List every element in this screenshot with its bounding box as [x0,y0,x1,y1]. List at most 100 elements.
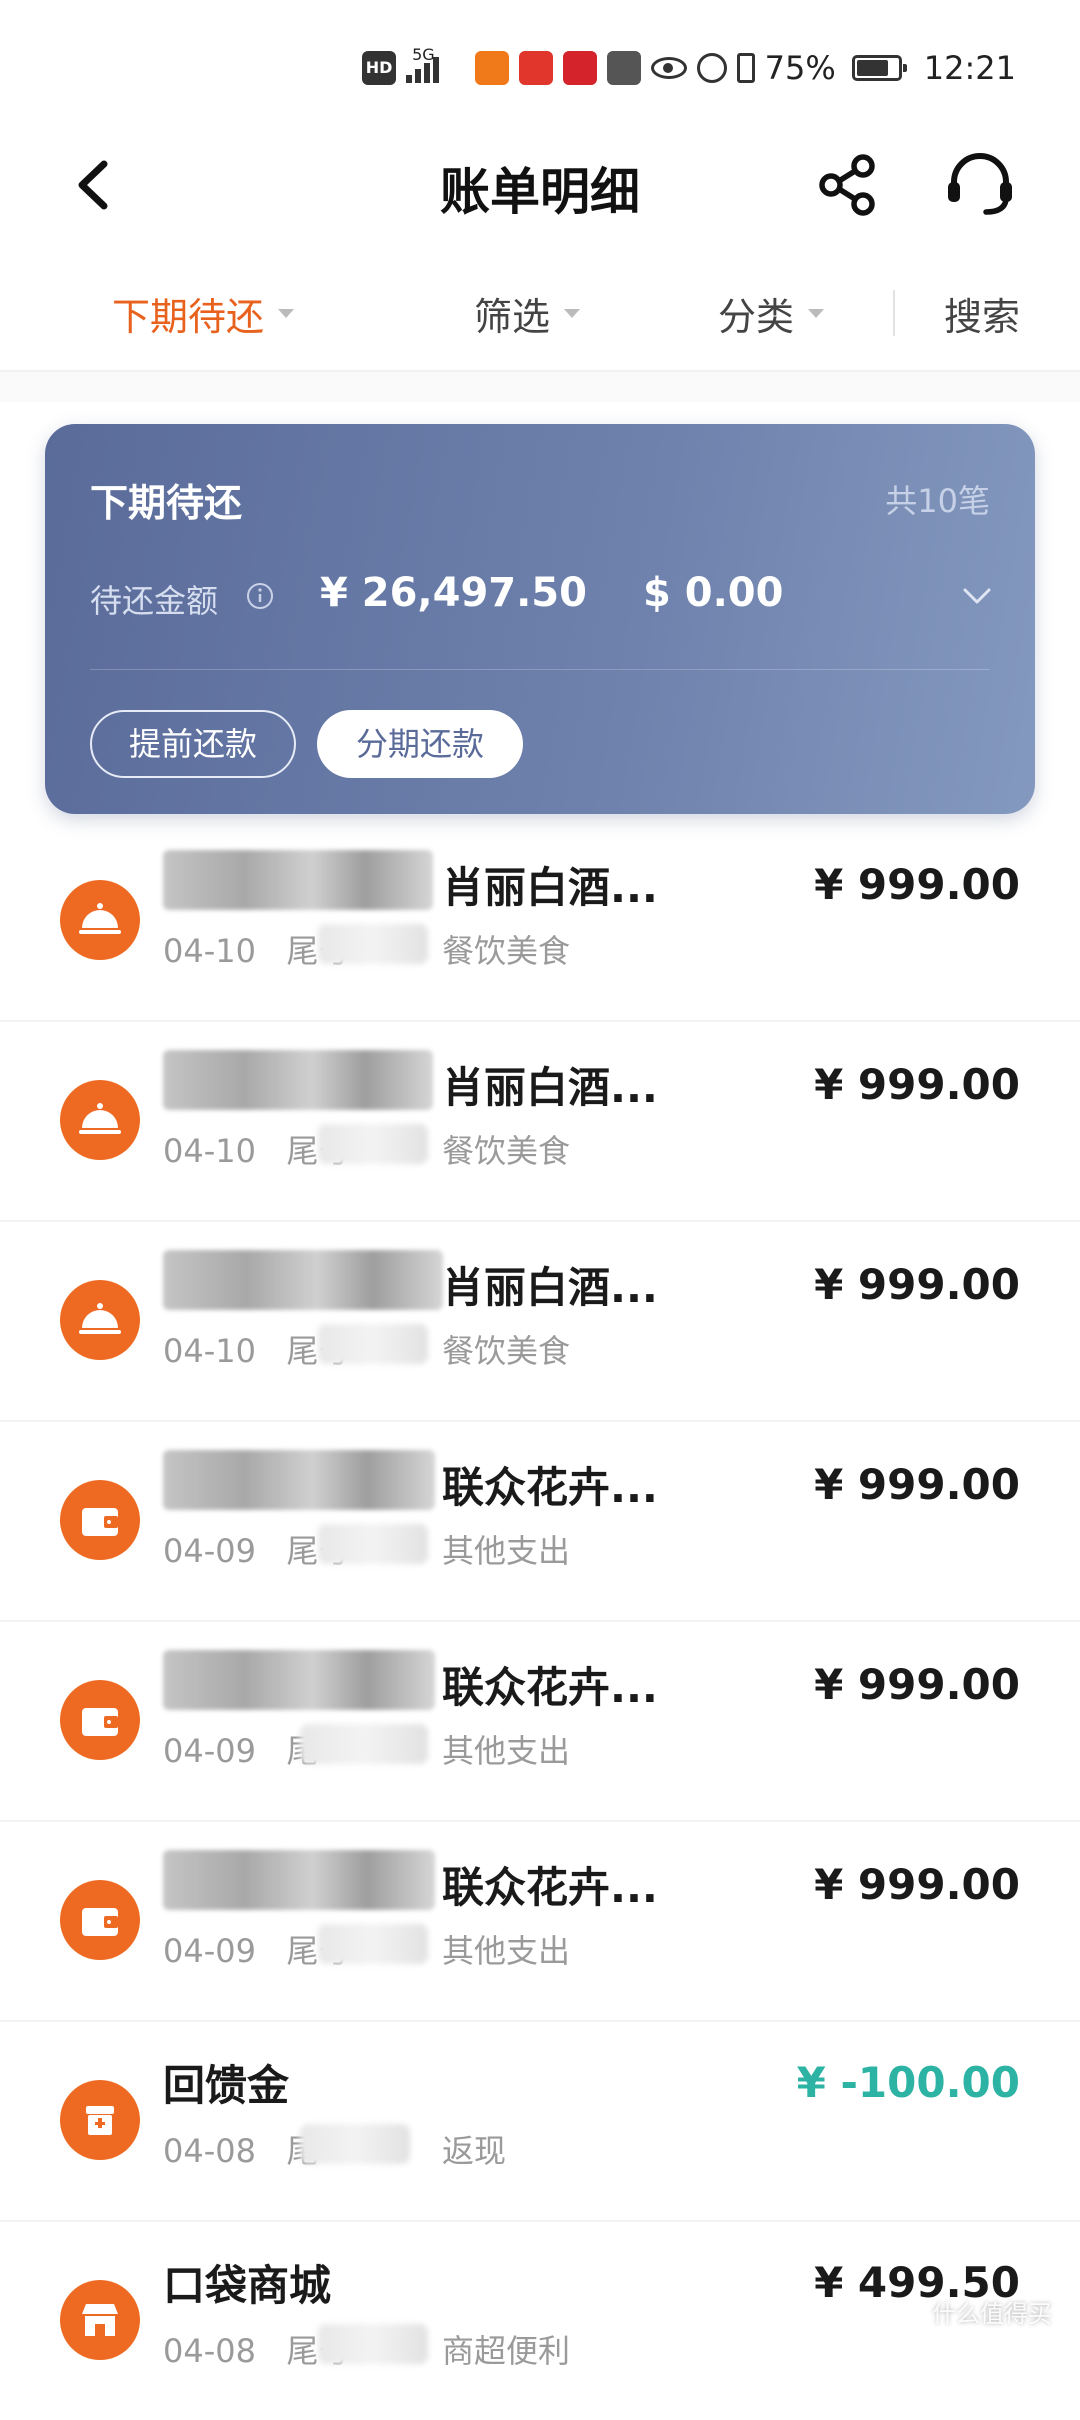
eye-icon [650,57,687,79]
watermark: 什么值得买 [932,2300,1052,2328]
redacted-card-number [318,1324,428,1364]
transaction-category: 其他支出 [442,1732,571,1770]
share-icon [819,154,875,216]
redacted-merchant [163,1250,443,1310]
redacted-card-number [318,2324,428,2364]
wallet-icon [60,1480,140,1560]
transaction-category: 餐饮美食 [442,1132,571,1170]
dining-icon [60,1280,140,1360]
period-filter-dropdown[interactable]: 下期待还 [112,286,295,341]
info-icon[interactable] [245,581,275,611]
merchant-name: 回馈金 [163,2061,290,2110]
transaction-row[interactable]: 联众花卉... 04-09 尾号 其他支出 ¥ 999.00 [0,1820,1080,2022]
alarm-icon [696,53,727,83]
transaction-date: 04-10 [163,932,256,970]
transaction-row[interactable]: 联众花卉... 04-09 尾号 其他支出 ¥ 999.00 [0,1420,1080,1622]
prepay-button[interactable]: 提前还款 [90,710,296,778]
amount-label: 待还金额 [90,582,219,620]
caret-down-icon [808,309,825,318]
share-button[interactable] [815,150,885,220]
search-button[interactable]: 搜索 [944,286,1020,341]
transaction-date: 04-08 [163,2132,256,2170]
transaction-category: 商超便利 [442,2332,571,2370]
wallet-icon [60,1880,140,1960]
merchant-name: 口袋商城 [163,2261,332,2310]
filter-dropdown[interactable]: 筛选 [474,286,581,341]
category-label: 分类 [718,295,795,339]
app-notification-icon [562,51,597,85]
merchant-name: 肖丽白酒... [442,1263,658,1312]
transaction-category: 餐饮美食 [442,1332,571,1370]
store-icon [60,2280,140,2360]
transaction-amount: ¥ 999.00 [814,1860,1020,1909]
app-header: 账单明细 [0,130,1080,240]
redacted-merchant [163,1050,433,1110]
transaction-category: 餐饮美食 [442,932,571,970]
transaction-category: 其他支出 [442,1532,571,1570]
transaction-amount: ¥ 999.00 [814,860,1020,909]
redacted-merchant [163,1650,435,1710]
amount-cny: ¥ 26,497.50 [320,570,587,616]
redacted-card-number [300,2124,410,2164]
filter-bar: 下期待还 筛选 分类 搜索 [0,260,1080,372]
clock-time: 12:21 [923,49,1016,87]
transaction-row[interactable]: 联众花卉... 04-09 尾 其他支出 ¥ 999.00 [0,1620,1080,1822]
redacted-merchant [163,850,433,910]
category-dropdown[interactable]: 分类 [718,286,825,341]
gift-box-icon [60,2080,140,2160]
chevron-down-icon[interactable] [959,584,995,608]
bill-count: 共10笔 [885,482,990,520]
merchant-name: 肖丽白酒... [442,1063,658,1112]
transaction-amount: ¥ 999.00 [814,1660,1020,1709]
divider [90,669,990,670]
transaction-meta: 04-09 尾 [163,1726,319,1772]
card-title: 下期待还 [90,481,243,525]
transaction-date: 04-09 [163,1732,256,1770]
merchant-name: 联众花卉... [442,1863,658,1912]
transaction-row[interactable]: 口袋商城 04-08 尾号 商超便利 ¥ 499.50 [0,2220,1080,2420]
period-filter-label: 下期待还 [112,295,265,339]
caret-down-icon [278,309,295,318]
redacted-card-number [318,1924,428,1964]
redacted-merchant [163,1450,435,1510]
dining-icon [60,880,140,960]
wallet-icon [60,1680,140,1760]
transaction-row[interactable]: 肖丽白酒... 04-10 尾号 餐饮美食 ¥ 999.00 [0,1020,1080,1222]
app-notification-icon [474,51,509,85]
transaction-category: 其他支出 [442,1932,571,1970]
transaction-date: 04-08 [163,2332,256,2370]
installment-button[interactable]: 分期还款 [317,710,523,778]
transaction-amount: ¥ 999.00 [814,1060,1020,1109]
battery-percent: 75% [764,49,836,87]
transaction-amount: ¥ 999.00 [814,1460,1020,1509]
transaction-date: 04-10 [163,1332,256,1370]
merchant-name: 联众花卉... [442,1463,658,1512]
page-title: 账单明细 [440,163,640,221]
divider [893,290,895,336]
amount-usd: $ 0.00 [643,570,784,616]
transaction-category: 返现 [442,2132,507,2170]
battery-icon [851,55,907,81]
redacted-card-number [300,1724,428,1764]
filter-label: 筛选 [474,295,551,339]
transaction-row[interactable]: 回馈金 04-08 尾 返现 ¥ -100.00 [0,2020,1080,2222]
transaction-row[interactable]: 肖丽白酒... 04-10 尾号 餐饮美食 ¥ 999.00 [0,820,1080,1022]
merchant-name: 联众花卉... [442,1663,658,1712]
transaction-row[interactable]: 肖丽白酒... 04-10 尾号 餐饮美食 ¥ 999.00 [0,1220,1080,1422]
vibrate-icon [736,53,755,83]
redacted-card-number [318,1524,428,1564]
redacted-card-number [318,1124,428,1164]
merchant-name: 肖丽白酒... [442,863,658,912]
network-type: 5G [412,44,435,64]
headset-icon [948,153,1012,215]
dining-icon [60,1080,140,1160]
customer-service-button[interactable] [942,150,1018,220]
redacted-card-number [318,924,428,964]
transaction-date: 04-09 [163,1532,256,1570]
transaction-amount: ¥ -100.00 [796,2058,1020,2107]
transaction-date: 04-10 [163,1132,256,1170]
redacted-merchant [163,1850,435,1910]
app-notification-icon [606,51,641,85]
section-gap [0,372,1080,402]
status-icons: HD 5G 75% 12:21 [362,44,1016,90]
